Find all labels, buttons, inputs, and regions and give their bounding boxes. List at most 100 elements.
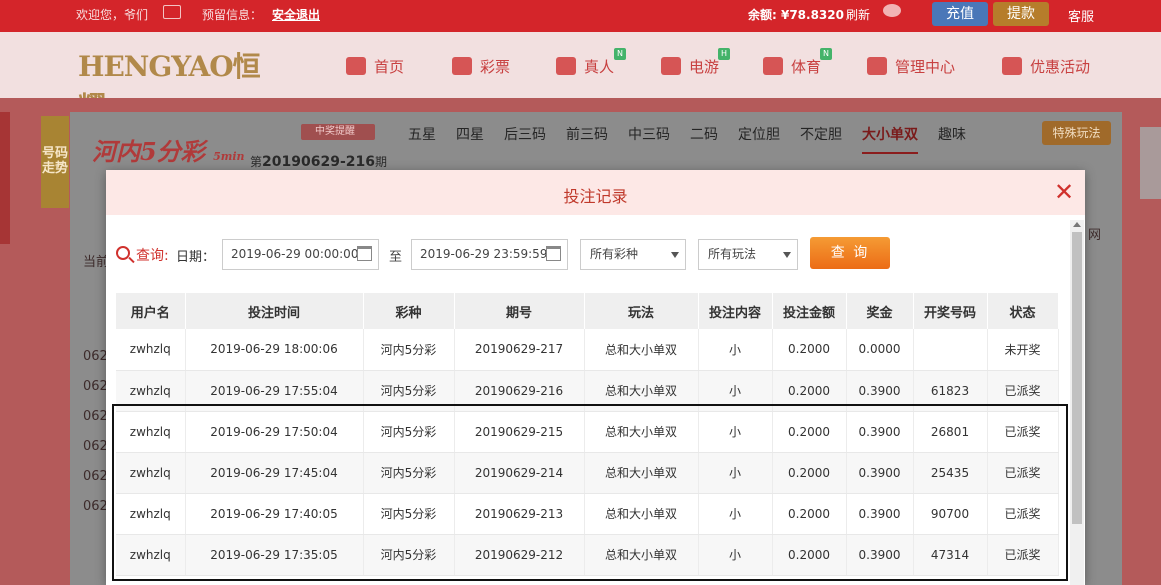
close-icon[interactable]: ✕ bbox=[1054, 180, 1074, 204]
nav-item-lottery[interactable]: 彩票 bbox=[452, 56, 510, 76]
prize-cell: 0.3900 bbox=[846, 493, 914, 535]
gift-icon bbox=[1002, 57, 1022, 75]
nav-item-management[interactable]: 管理中心 bbox=[867, 56, 955, 76]
username-cell: zwhzlq bbox=[116, 329, 186, 371]
scroll-thumb[interactable] bbox=[1072, 232, 1082, 524]
table-row: zwhzlq 2019-06-29 17:45:04 河内5分彩 20190629-2… bbox=[116, 452, 1059, 494]
calendar-icon[interactable] bbox=[546, 246, 561, 261]
withdraw-button[interactable]: 提款 bbox=[993, 2, 1049, 26]
username-cell: zwhzlq bbox=[116, 411, 186, 453]
column-header: 用户名 bbox=[116, 293, 186, 329]
nav-item-games[interactable]: 电游 H bbox=[661, 48, 730, 76]
mail-icon[interactable] bbox=[163, 5, 181, 19]
play-type-select[interactable]: 所有玩法 bbox=[698, 239, 798, 270]
users-icon bbox=[867, 57, 887, 75]
special-play-button[interactable]: 特殊玩法 bbox=[1042, 121, 1111, 145]
calendar-icon[interactable] bbox=[357, 246, 372, 261]
history-row: 062 bbox=[83, 469, 108, 484]
nav-item-live[interactable]: 真人 N bbox=[556, 48, 626, 76]
ticket-icon bbox=[452, 57, 472, 75]
draw-number-cell bbox=[913, 329, 988, 371]
prize-cell: 0.3900 bbox=[846, 534, 914, 576]
lottery-cell: 河内5分彩 bbox=[363, 370, 455, 412]
bet-time-cell: 2019-06-29 17:35:05 bbox=[185, 534, 364, 576]
right-side-tab[interactable] bbox=[1140, 127, 1161, 199]
left-side-tab[interactable] bbox=[0, 112, 10, 244]
bet-amount-cell: 0.2000 bbox=[772, 452, 847, 494]
draw-number-cell: 90700 bbox=[913, 493, 988, 535]
customer-service-link[interactable]: 客服 bbox=[1068, 6, 1094, 25]
charge-button[interactable]: 充值 bbox=[932, 2, 988, 26]
bet-amount-cell: 0.2000 bbox=[772, 493, 847, 535]
tab-five-star[interactable]: 五星 bbox=[408, 124, 436, 144]
username-cell: zwhzlq bbox=[116, 452, 186, 494]
logout-link[interactable]: 安全退出 bbox=[272, 6, 320, 23]
top-bar: 欢迎您，爷们 预留信息： 安全退出 余额: ¥78.8320 刷新 充值 提款 … bbox=[0, 0, 1161, 32]
bet-content-cell: 小 bbox=[698, 493, 773, 535]
win-alert-toggle[interactable]: 中奖提醒 bbox=[301, 124, 375, 140]
tab-fun[interactable]: 趣味 bbox=[938, 124, 966, 144]
issue-cell: 20190629-215 bbox=[454, 411, 585, 453]
play-cell: 总和大小单双 bbox=[584, 452, 699, 494]
refresh-link[interactable]: 刷新 bbox=[846, 6, 870, 23]
column-header: 状态 bbox=[987, 293, 1059, 329]
modal-title: 投注记录 bbox=[563, 187, 628, 206]
nav-item-promotions[interactable]: 优惠活动 bbox=[1002, 56, 1090, 76]
scroll-up-icon[interactable] bbox=[1073, 222, 1081, 227]
status-cell: 已派奖 bbox=[987, 411, 1059, 453]
trend-tab[interactable]: 号码走势 bbox=[41, 116, 69, 208]
date-label: 日期： bbox=[176, 250, 216, 265]
column-header: 开奖号码 bbox=[913, 293, 988, 329]
issue-cell: 20190629-217 bbox=[454, 329, 585, 371]
bet-amount-cell: 0.2000 bbox=[772, 411, 847, 453]
person-icon bbox=[556, 57, 576, 75]
lottery-cell: 河内5分彩 bbox=[363, 493, 455, 535]
tab-big-small[interactable]: 大小单双 bbox=[862, 124, 918, 154]
issue-cell: 20190629-214 bbox=[454, 452, 585, 494]
nav-item-home[interactable]: 首页 bbox=[346, 56, 404, 76]
eye-icon[interactable] bbox=[883, 4, 901, 17]
column-header: 玩法 bbox=[584, 293, 699, 329]
table-row: zwhzlq 2019-06-29 17:55:04 河内5分彩 20190629-2… bbox=[116, 370, 1059, 412]
scrollbar[interactable] bbox=[1070, 220, 1084, 585]
issue-cell: 20190629-212 bbox=[454, 534, 585, 576]
end-date-input[interactable]: 2019-06-29 23:59:59 bbox=[411, 239, 568, 270]
to-label: 至 bbox=[389, 250, 403, 265]
lottery-cell: 河内5分彩 bbox=[363, 411, 455, 453]
play-cell: 总和大小单双 bbox=[584, 493, 699, 535]
column-header: 投注时间 bbox=[185, 293, 364, 329]
bet-time-cell: 2019-06-29 17:40:05 bbox=[185, 493, 364, 535]
start-date-input[interactable]: 2019-06-29 00:00:00 bbox=[222, 239, 379, 270]
bet-time-cell: 2019-06-29 17:55:04 bbox=[185, 370, 364, 412]
tab-unfixed[interactable]: 不定胆 bbox=[800, 124, 842, 144]
tab-last-three[interactable]: 后三码 bbox=[504, 124, 546, 144]
tab-middle-three[interactable]: 中三码 bbox=[628, 124, 670, 144]
dropdown-arrow-icon bbox=[671, 252, 679, 258]
search-icon bbox=[116, 246, 130, 260]
query-button[interactable]: 查 询 bbox=[810, 237, 890, 269]
bet-records-table: 用户名 投注时间 彩种 期号 玩法 投注内容 投注金额 奖金 开奖号码 状态 z… bbox=[116, 293, 1059, 576]
welcome-text: 欢迎您，爷们 bbox=[76, 8, 149, 22]
bet-time-cell: 2019-06-29 17:45:04 bbox=[185, 452, 364, 494]
tab-four-star[interactable]: 四星 bbox=[456, 124, 484, 144]
draw-number-cell: 47314 bbox=[913, 534, 988, 576]
history-row: 062 bbox=[83, 439, 108, 454]
hot-badge: H bbox=[718, 48, 730, 60]
tab-first-three[interactable]: 前三码 bbox=[566, 124, 608, 144]
table-row: zwhzlq 2019-06-29 17:50:04 河内5分彩 20190629-2… bbox=[116, 411, 1059, 453]
bet-content-cell: 小 bbox=[698, 370, 773, 412]
table-row: zwhzlq 2019-06-29 18:00:06 河内5分彩 20190629-2… bbox=[116, 329, 1059, 371]
bet-time-cell: 2019-06-29 17:50:04 bbox=[185, 411, 364, 453]
site-logo[interactable]: HENGYAO恒耀 bbox=[78, 45, 284, 123]
current-issue: 第20190629-216期 bbox=[250, 154, 387, 170]
tab-position[interactable]: 定位胆 bbox=[738, 124, 780, 144]
status-cell: 已派奖 bbox=[987, 534, 1059, 576]
lottery-type-select[interactable]: 所有彩种 bbox=[580, 239, 686, 270]
draw-number-cell: 25435 bbox=[913, 452, 988, 494]
dropdown-arrow-icon bbox=[783, 252, 791, 258]
tab-two[interactable]: 二码 bbox=[690, 124, 718, 144]
status-cell: 已派奖 bbox=[987, 493, 1059, 535]
table-row: zwhzlq 2019-06-29 17:40:05 河内5分彩 20190629-2… bbox=[116, 493, 1059, 535]
bet-content-cell: 小 bbox=[698, 534, 773, 576]
nav-item-sports[interactable]: 体育 N bbox=[763, 48, 832, 76]
